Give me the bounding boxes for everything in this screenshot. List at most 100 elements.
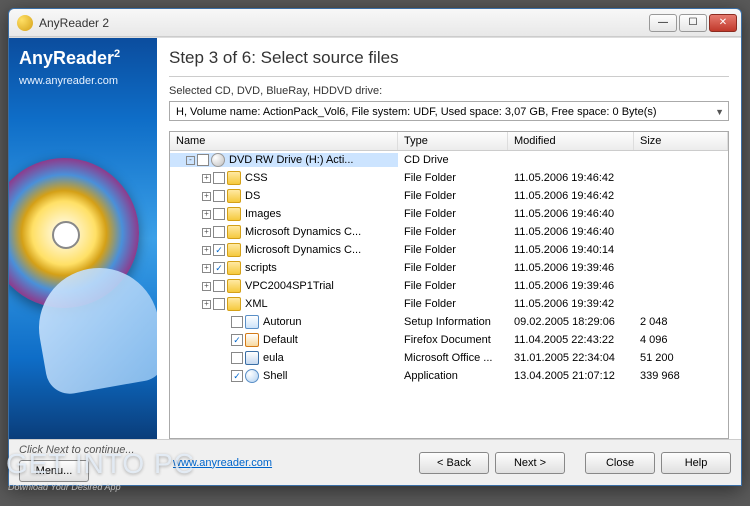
file-checkbox[interactable] <box>213 190 225 202</box>
file-row[interactable]: +XMLFile Folder11.05.2006 19:39:42 <box>170 295 728 313</box>
sidebar-title-text: AnyReader <box>19 48 114 68</box>
folder-icon <box>227 243 241 257</box>
file-size-cell: 4 096 <box>634 334 728 346</box>
divider <box>169 76 729 77</box>
file-modified-cell: 13.04.2005 21:07:12 <box>508 370 634 382</box>
file-type-cell: Application <box>398 370 508 382</box>
expand-toggle-icon[interactable]: + <box>202 174 211 183</box>
file-name-label: Images <box>245 208 281 220</box>
expand-toggle-icon[interactable]: + <box>202 282 211 291</box>
app-icon <box>17 15 33 31</box>
file-checkbox[interactable] <box>231 316 243 328</box>
file-row[interactable]: +ImagesFile Folder11.05.2006 19:46:40 <box>170 205 728 223</box>
folder-icon <box>227 189 241 203</box>
file-name-cell[interactable]: +VPC2004SP1Trial <box>170 279 398 293</box>
close-button[interactable]: ✕ <box>709 14 737 32</box>
expand-toggle-icon[interactable]: + <box>202 246 211 255</box>
file-checkbox[interactable]: ✓ <box>213 244 225 256</box>
file-row[interactable]: ✓ Shell Application13.04.2005 21:07:12339 … <box>170 367 728 385</box>
file-checkbox[interactable] <box>213 226 225 238</box>
file-name-cell[interactable]: ✓ Shell <box>170 369 398 383</box>
main-panel: Step 3 of 6: Select source files Selecte… <box>157 38 741 439</box>
file-modified-cell: 11.05.2006 19:46:40 <box>508 208 634 220</box>
file-type-cell: File Folder <box>398 190 508 202</box>
hint-text: Click Next to continue... <box>19 444 157 456</box>
drive-label: Selected CD, DVD, BlueRay, HDDVD drive: <box>169 85 729 97</box>
file-checkbox[interactable] <box>197 154 209 166</box>
file-name-cell[interactable]: + Images <box>170 207 398 221</box>
maximize-button[interactable]: ☐ <box>679 14 707 32</box>
file-checkbox[interactable] <box>213 172 225 184</box>
file-name-cell[interactable]: ✓Default <box>170 333 398 347</box>
file-checkbox[interactable] <box>231 352 243 364</box>
file-modified-cell: 11.05.2006 19:40:14 <box>508 244 634 256</box>
file-modified-cell: 11.05.2006 19:39:46 <box>508 280 634 292</box>
file-name-cell[interactable]: + CSS <box>170 171 398 185</box>
file-row[interactable]: +✓scriptsFile Folder11.05.2006 19:39:46 <box>170 259 728 277</box>
close-dialog-button[interactable]: Close <box>585 452 655 474</box>
file-name-label: Shell <box>263 370 287 382</box>
file-type-cell: Setup Information <box>398 316 508 328</box>
footer-link[interactable]: www.anyreader.com <box>173 457 272 469</box>
file-name-cell[interactable]: +✓scripts <box>170 261 398 275</box>
expand-toggle-icon[interactable]: - <box>186 156 195 165</box>
file-name-cell[interactable]: -DVD RW Drive (H:) Acti... <box>170 153 398 167</box>
file-name-cell[interactable]: + XML <box>170 297 398 311</box>
file-row[interactable]: eulaMicrosoft Office ...31.01.2005 22:34… <box>170 349 728 367</box>
file-row[interactable]: -DVD RW Drive (H:) Acti...CD Drive <box>170 151 728 169</box>
file-name-cell[interactable]: Autorun <box>170 315 398 329</box>
titlebar[interactable]: AnyReader 2 — ☐ ✕ <box>9 9 741 37</box>
file-name-label: Microsoft Dynamics C... <box>245 244 361 256</box>
file-checkbox[interactable]: ✓ <box>213 262 225 274</box>
drive-value: H, Volume name: ActionPack_Vol6, File sy… <box>176 106 657 118</box>
file-row[interactable]: +CSSFile Folder11.05.2006 19:46:42 <box>170 169 728 187</box>
back-button[interactable]: < Back <box>419 452 489 474</box>
file-checkbox[interactable] <box>213 280 225 292</box>
file-name-cell[interactable]: eula <box>170 351 398 365</box>
file-row[interactable]: +VPC2004SP1TrialFile Folder11.05.2006 19… <box>170 277 728 295</box>
next-button[interactable]: Next > <box>495 452 565 474</box>
column-size[interactable]: Size <box>634 132 728 150</box>
file-row[interactable]: +DSFile Folder11.05.2006 19:46:42 <box>170 187 728 205</box>
file-doc-icon <box>245 351 259 365</box>
file-checkbox[interactable]: ✓ <box>231 370 243 382</box>
file-modified-cell: 11.05.2006 19:46:42 <box>508 172 634 184</box>
expand-toggle-icon[interactable]: + <box>202 228 211 237</box>
expand-toggle-icon[interactable]: + <box>202 264 211 273</box>
file-list-body[interactable]: -DVD RW Drive (H:) Acti...CD Drive + CSS Fi… <box>170 151 728 438</box>
file-row[interactable]: AutorunSetup Information09.02.2005 18:29… <box>170 313 728 331</box>
file-name-cell[interactable]: + DS <box>170 189 398 203</box>
file-checkbox[interactable] <box>213 208 225 220</box>
file-name-label: DS <box>245 190 260 202</box>
file-ff-icon <box>245 333 259 347</box>
help-button[interactable]: Help <box>661 452 731 474</box>
file-name-label: XML <box>245 298 268 310</box>
file-name-cell[interactable]: +Microsoft Dynamics C... <box>170 225 398 239</box>
file-row[interactable]: +✓ Microsoft Dynamics C... File Folder11.0… <box>170 241 728 259</box>
folder-icon <box>227 261 241 275</box>
file-row[interactable]: ✓DefaultFirefox Document11.04.2005 22:43… <box>170 331 728 349</box>
file-list: Name Type Modified Size -DVD RW Drive (H… <box>169 131 729 439</box>
file-checkbox[interactable]: ✓ <box>231 334 243 346</box>
menu-button[interactable]: Menu... <box>19 460 89 482</box>
expand-toggle-icon[interactable]: + <box>202 300 211 309</box>
footer-bar: Click Next to continue... Menu... www.an… <box>9 439 741 485</box>
drive-dropdown[interactable]: H, Volume name: ActionPack_Vol6, File sy… <box>169 101 729 121</box>
file-name-label: CSS <box>245 172 268 184</box>
file-size-cell: 339 968 <box>634 370 728 382</box>
column-type[interactable]: Type <box>398 132 508 150</box>
file-name-cell[interactable]: +✓ Microsoft Dynamics C... <box>170 243 398 257</box>
column-name[interactable]: Name <box>170 132 398 150</box>
expand-toggle-icon[interactable]: + <box>202 192 211 201</box>
file-type-cell: File Folder <box>398 280 508 292</box>
sidebar-link[interactable]: www.anyreader.com <box>19 75 147 87</box>
file-type-cell: File Folder <box>398 262 508 274</box>
file-modified-cell: 09.02.2005 18:29:06 <box>508 316 634 328</box>
window-controls: — ☐ ✕ <box>649 14 737 32</box>
file-type-cell: File Folder <box>398 244 508 256</box>
file-checkbox[interactable] <box>213 298 225 310</box>
file-row[interactable]: +Microsoft Dynamics C...File Folder11.05… <box>170 223 728 241</box>
column-modified[interactable]: Modified <box>508 132 634 150</box>
expand-toggle-icon[interactable]: + <box>202 210 211 219</box>
minimize-button[interactable]: — <box>649 14 677 32</box>
